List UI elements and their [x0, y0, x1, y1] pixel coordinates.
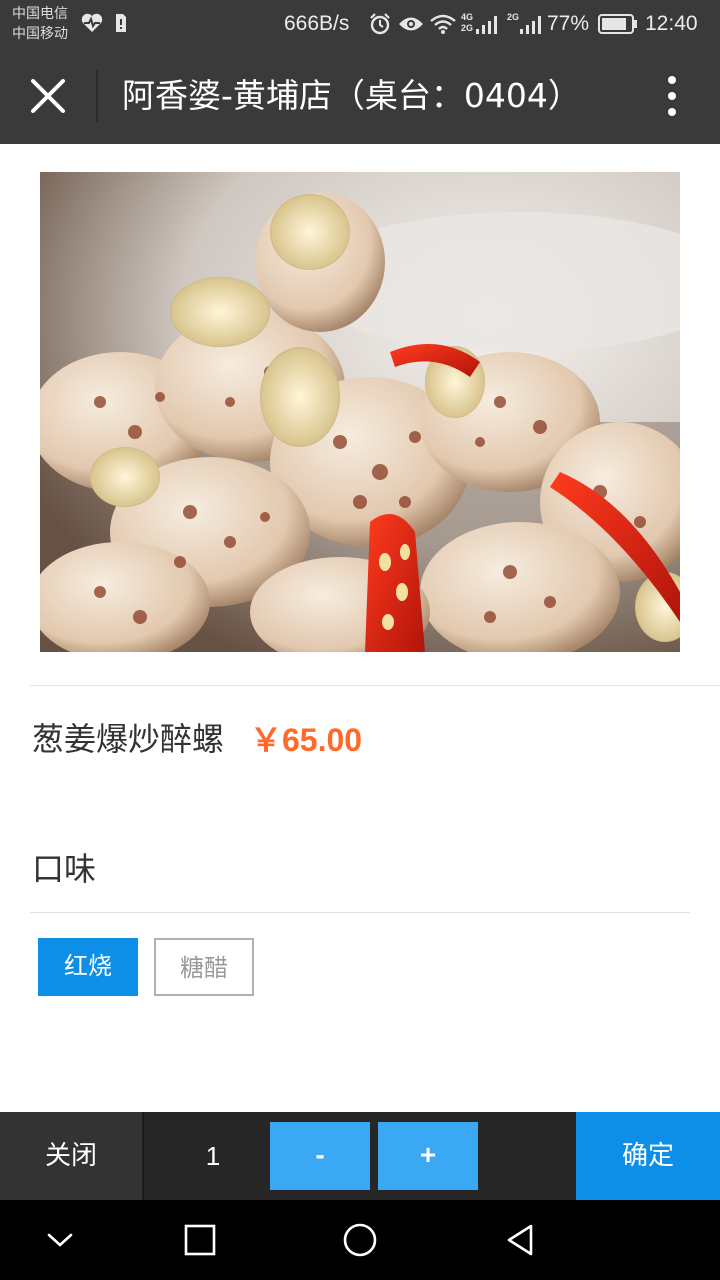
back-icon[interactable]: [500, 1220, 540, 1260]
battery-icon: [598, 14, 637, 34]
decrease-button[interactable]: -: [270, 1122, 370, 1190]
signal-icon-2: [520, 16, 541, 34]
status-bar: 中国电信 中国移动 666B/s 4G 2G 2G 77% 12:40: [0, 0, 720, 48]
title-bar: 阿香婆-黄埔店（桌台：0404）: [0, 48, 720, 144]
home-icon[interactable]: [340, 1220, 380, 1260]
net-speed: 666B/s: [284, 12, 350, 35]
network-type-2g-sub: 2G: [461, 23, 474, 33]
dish-illustration: [40, 172, 680, 652]
signal-icon: [476, 16, 497, 34]
clock: 12:40: [645, 12, 698, 35]
bottom-action-bar: 关闭 1 - + 确定: [0, 1112, 720, 1200]
battery-percent: 77%: [547, 12, 590, 35]
divider: [142, 1112, 144, 1200]
close-icon[interactable]: [24, 72, 72, 120]
page-title: 阿香婆-黄埔店（桌台：0404）: [122, 76, 581, 115]
network-type-4g: 4G: [461, 12, 474, 22]
heart-pulse-icon: [81, 13, 103, 33]
dish-photo: [40, 172, 680, 652]
carrier-1: 中国电信: [12, 6, 68, 22]
carrier-2: 中国移动: [12, 26, 68, 42]
option-group-title: 口味: [32, 850, 97, 888]
recent-apps-icon[interactable]: [180, 1220, 220, 1260]
confirm-button[interactable]: 确定: [576, 1112, 720, 1200]
close-button[interactable]: 关闭: [0, 1112, 142, 1200]
divider: [30, 912, 690, 913]
system-nav-bar: [0, 1200, 720, 1280]
option-tangcu[interactable]: 糖醋: [154, 938, 254, 996]
quantity-value: 1: [205, 1141, 221, 1171]
alarm-icon: [370, 13, 390, 35]
sim-icon: [116, 14, 126, 32]
more-vertical-icon[interactable]: [650, 72, 694, 120]
dish-price: ￥65.00: [250, 722, 363, 758]
carrier-info: 中国电信 中国移动: [12, 4, 68, 44]
dish-name: 葱姜爆炒醉螺: [32, 720, 225, 758]
increase-button[interactable]: +: [378, 1122, 478, 1190]
back-down-icon[interactable]: [40, 1220, 80, 1260]
eye-icon: [399, 17, 423, 31]
option-hongshao[interactable]: 红烧: [38, 938, 138, 996]
divider: [30, 685, 720, 686]
wifi-icon: [430, 14, 456, 34]
title-divider: [96, 70, 98, 122]
